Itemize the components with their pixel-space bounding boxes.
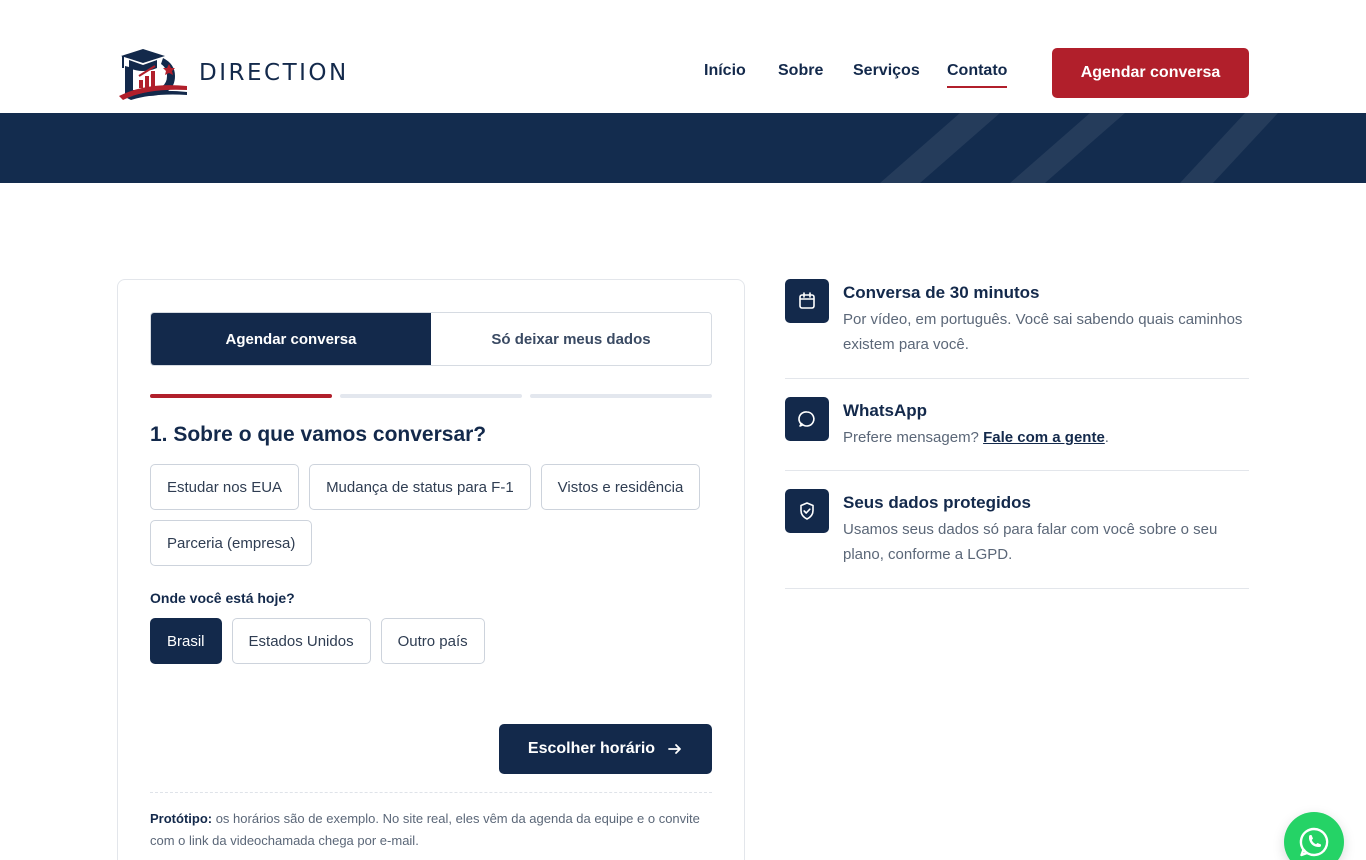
note-divider (150, 792, 712, 793)
tab-schedule-call[interactable]: Agendar conversa (151, 313, 431, 365)
location-option-outro-pais[interactable]: Outro país (380, 618, 485, 664)
info-title: Conversa de 30 minutos (843, 283, 1040, 302)
banner-stripes (880, 113, 1278, 183)
nav-link-contato[interactable]: Contato (947, 62, 1008, 88)
topic-option[interactable]: Mudança de status para F-1 (309, 464, 531, 510)
topic-options: Estudar nos EUA Mudança de status para F… (150, 464, 730, 566)
whatsapp-float-button[interactable] (1284, 812, 1344, 860)
location-options: Brasil Estados Unidos Outro país (150, 618, 730, 664)
topic-option[interactable]: Parceria (empresa) (150, 520, 313, 566)
choose-time-button[interactable]: Escolher horário (499, 724, 712, 774)
topic-option[interactable]: Vistos e residência (540, 464, 701, 510)
tab-leave-data[interactable]: Só deixar meus dados (431, 313, 711, 365)
note-label: Protótipo: (150, 811, 213, 826)
info-text-after: . (1104, 429, 1109, 446)
prototype-note: Protótipo: os horários são de exemplo. N… (150, 808, 712, 852)
calendar-icon (785, 279, 829, 323)
location-option-estados-unidos[interactable]: Estados Unidos (231, 618, 371, 664)
info-title: Seus dados protegidos (843, 493, 1031, 512)
topic-option[interactable]: Estudar nos EUA (150, 464, 300, 510)
schedule-call-button[interactable]: Agendar conversa (1052, 48, 1249, 98)
info-separator (785, 470, 1249, 471)
arrow-right-icon (668, 744, 681, 754)
shield-check-icon (785, 489, 829, 533)
nav-link-inicio[interactable]: Início (704, 62, 746, 80)
info-text: Prefere mensagem? Fale com a gente. (843, 425, 1249, 450)
question-title: 1. Sobre o que vamos conversar? (150, 423, 487, 446)
nav-link-sobre[interactable]: Sobre (778, 62, 823, 80)
nav-link-servicos[interactable]: Serviços (853, 62, 920, 80)
logo[interactable]: DIRECTION (117, 46, 349, 100)
chat-icon (785, 397, 829, 441)
choose-time-label: Escolher horário (527, 740, 656, 757)
location-label: Onde você está hoje? (150, 590, 295, 606)
whatsapp-link[interactable]: Fale com a gente (983, 429, 1105, 446)
logo-text: DIRECTION (199, 60, 349, 86)
step-indicator-2 (340, 394, 522, 398)
page-banner (0, 113, 1366, 183)
step-progress (150, 394, 712, 398)
info-text-before: Prefere mensagem? (843, 429, 984, 446)
form-tabs: Agendar conversa Só deixar meus dados (150, 312, 712, 366)
logo-icon (119, 49, 187, 100)
note-text: os horários são de exemplo. No site real… (150, 811, 700, 848)
whatsapp-icon (1299, 827, 1329, 857)
info-text: Por vídeo, em português. Você sai sabend… (843, 311, 1243, 353)
booking-form-card: Agendar conversa Só deixar meus dados 1.… (117, 279, 745, 860)
location-option-brasil[interactable]: Brasil (150, 618, 222, 664)
info-separator (785, 588, 1249, 589)
info-text: Usamos seus dados só para falar com você… (843, 521, 1218, 563)
info-title: WhatsApp (843, 401, 928, 420)
site-header: DIRECTION Início Sobre Serviços Contato … (0, 0, 1366, 113)
step-indicator-3 (530, 394, 712, 398)
step-indicator-1 (150, 394, 332, 398)
info-separator (785, 378, 1249, 379)
